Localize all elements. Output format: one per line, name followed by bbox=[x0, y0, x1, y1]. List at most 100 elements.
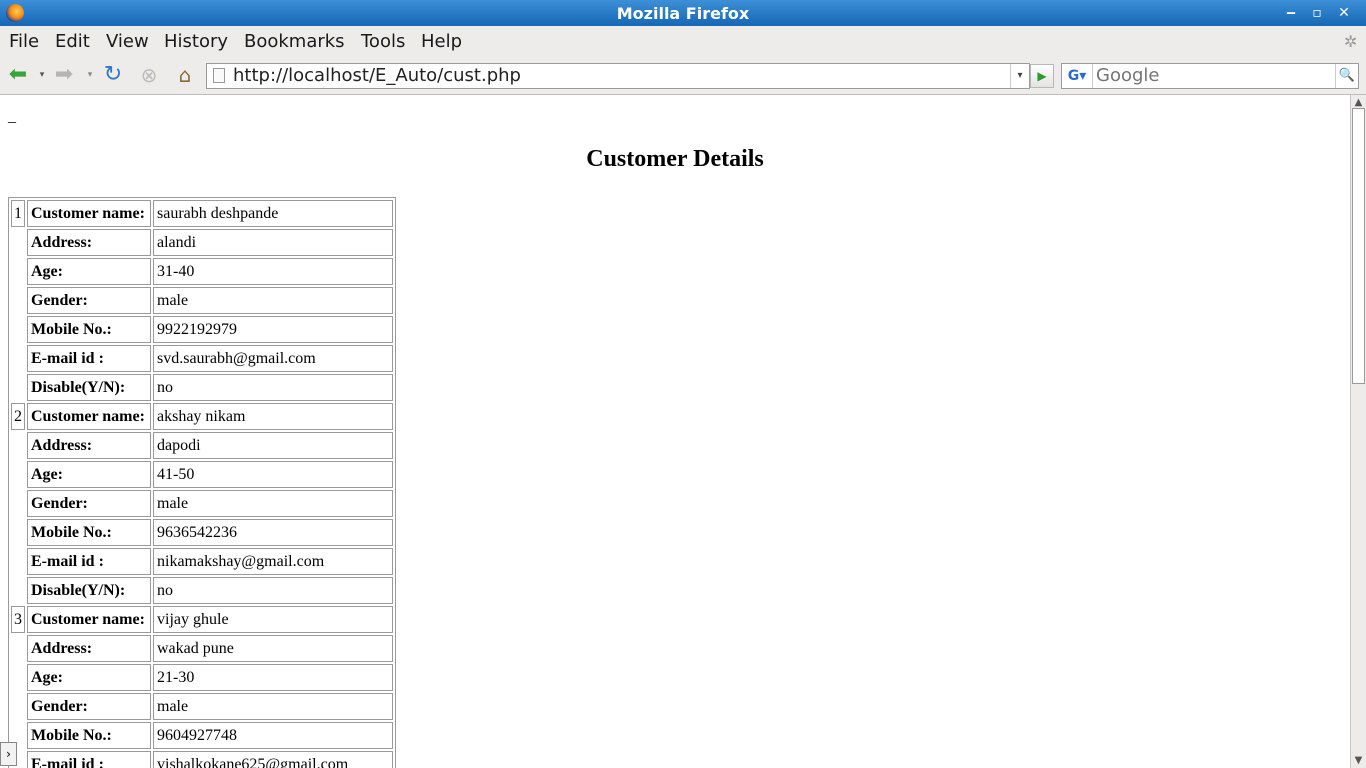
field-label: E-mail id : bbox=[27, 548, 151, 575]
menu-tools[interactable]: Tools bbox=[361, 31, 405, 52]
url-text[interactable]: http://localhost/E_Auto/cust.php bbox=[233, 65, 521, 86]
back-history-dropdown-icon[interactable]: ▾ bbox=[36, 62, 48, 88]
google-engine-icon[interactable]: G▾ bbox=[1062, 64, 1093, 88]
index-spacer bbox=[11, 693, 25, 720]
index-spacer bbox=[11, 635, 25, 662]
field-value: 21-30 bbox=[153, 664, 393, 691]
menu-view[interactable]: View bbox=[106, 31, 149, 52]
table-row: Age: 31-40 bbox=[11, 258, 393, 285]
index-spacer bbox=[11, 461, 25, 488]
forward-history-dropdown-icon[interactable]: ▾ bbox=[84, 62, 96, 88]
forward-icon[interactable]: ➡ bbox=[52, 62, 76, 88]
index-spacer bbox=[11, 258, 25, 285]
sidebar-toggle-icon[interactable]: › bbox=[0, 742, 17, 766]
search-icon[interactable]: 🔍 bbox=[1335, 64, 1358, 88]
field-value: nikamakshay@gmail.com bbox=[153, 548, 393, 575]
menu-file[interactable]: File bbox=[9, 31, 39, 52]
vertical-scrollbar[interactable]: ▲ ▼ bbox=[1350, 95, 1366, 768]
minimize-icon[interactable]: ‒ bbox=[1280, 2, 1302, 24]
table-row: E-mail id : svd.saurabh@gmail.com bbox=[11, 345, 393, 372]
window-title: Mozilla Firefox bbox=[616, 4, 750, 23]
table-row: Address: wakad pune bbox=[11, 635, 393, 662]
throbber-icon: ✲ bbox=[1344, 32, 1358, 51]
table-row: Mobile No.: 9636542236 bbox=[11, 519, 393, 546]
field-value: vijay ghule bbox=[153, 606, 393, 633]
field-label: Gender: bbox=[27, 287, 151, 314]
field-label: Address: bbox=[27, 229, 151, 256]
table-row: Address: alandi bbox=[11, 229, 393, 256]
url-bar[interactable]: http://localhost/E_Auto/cust.php ▾ bbox=[206, 63, 1030, 89]
table-row: 3 Customer name: vijay ghule bbox=[11, 606, 393, 633]
field-value: male bbox=[153, 490, 393, 517]
stop-icon[interactable]: ⊗ bbox=[137, 62, 161, 88]
field-value: male bbox=[153, 693, 393, 720]
field-label: Age: bbox=[27, 664, 151, 691]
table-row: Gender: male bbox=[11, 490, 393, 517]
menu-bookmarks[interactable]: Bookmarks bbox=[244, 31, 345, 52]
menu-help[interactable]: Help bbox=[421, 31, 462, 52]
field-label: E-mail id : bbox=[27, 751, 151, 768]
url-dropdown-icon[interactable]: ▾ bbox=[1010, 64, 1029, 88]
field-label: Mobile No.: bbox=[27, 316, 151, 343]
index-spacer bbox=[11, 432, 25, 459]
field-label: Age: bbox=[27, 461, 151, 488]
table-row: 1 Customer name: saurabh deshpande bbox=[11, 200, 393, 227]
index-spacer bbox=[11, 577, 25, 604]
back-icon[interactable]: ⬅ bbox=[6, 62, 30, 88]
table-row: Gender: male bbox=[11, 287, 393, 314]
search-input[interactable] bbox=[1096, 65, 1332, 85]
index-spacer bbox=[11, 548, 25, 575]
field-value: 9604927748 bbox=[153, 722, 393, 749]
page-content: _ Customer Details 1 Customer name: saurab… bbox=[0, 95, 1350, 768]
field-label: Age: bbox=[27, 258, 151, 285]
table-row: Age: 21-30 bbox=[11, 664, 393, 691]
field-label: Gender: bbox=[27, 693, 151, 720]
field-value: 9636542236 bbox=[153, 519, 393, 546]
index-spacer bbox=[11, 490, 25, 517]
table-row: Disable(Y/N): no bbox=[11, 374, 393, 401]
field-label: Address: bbox=[27, 635, 151, 662]
field-value: dapodi bbox=[153, 432, 393, 459]
field-value: 41-50 bbox=[153, 461, 393, 488]
field-value: 9922192979 bbox=[153, 316, 393, 343]
field-value: vishalkokane625@gmail.com bbox=[153, 751, 393, 768]
go-button[interactable]: ▶ bbox=[1030, 64, 1054, 88]
field-label: Address: bbox=[27, 432, 151, 459]
index-spacer bbox=[11, 229, 25, 256]
menu-bar: File Edit View History Bookmarks Tools H… bbox=[0, 26, 1366, 56]
reload-icon[interactable]: ↻ bbox=[101, 62, 125, 88]
field-value: akshay nikam bbox=[153, 403, 393, 430]
index-spacer bbox=[11, 519, 25, 546]
customer-table: 1 Customer name: saurabh deshpande Address:… bbox=[8, 197, 396, 768]
field-label: Mobile No.: bbox=[27, 722, 151, 749]
window-titlebar: Mozilla Firefox ‒ ▫ ✕ bbox=[0, 0, 1366, 26]
home-icon[interactable]: ⌂ bbox=[173, 62, 197, 88]
navigation-toolbar: ⬅ ▾ ➡ ▾ ↻ ⊗ ⌂ http://localhost/E_Auto/cu… bbox=[0, 56, 1366, 95]
customer-index: 1 bbox=[11, 200, 25, 227]
scroll-down-icon[interactable]: ▼ bbox=[1351, 753, 1366, 768]
field-label: Disable(Y/N): bbox=[27, 577, 151, 604]
page-marker: _ bbox=[8, 108, 16, 125]
field-value: 31-40 bbox=[153, 258, 393, 285]
menu-history[interactable]: History bbox=[164, 31, 228, 52]
field-value: alandi bbox=[153, 229, 393, 256]
close-icon[interactable]: ✕ bbox=[1333, 2, 1355, 24]
page-title: Customer Details bbox=[586, 146, 764, 172]
field-label: Customer name: bbox=[27, 200, 151, 227]
field-label: Mobile No.: bbox=[27, 519, 151, 546]
menu-edit[interactable]: Edit bbox=[55, 31, 90, 52]
maximize-icon[interactable]: ▫ bbox=[1306, 2, 1328, 24]
index-spacer bbox=[11, 664, 25, 691]
page-icon bbox=[213, 68, 225, 83]
field-label: Customer name: bbox=[27, 403, 151, 430]
table-row: E-mail id : nikamakshay@gmail.com bbox=[11, 548, 393, 575]
field-value: no bbox=[153, 374, 393, 401]
field-value: saurabh deshpande bbox=[153, 200, 393, 227]
field-value: wakad pune bbox=[153, 635, 393, 662]
search-bar: G▾ 🔍 bbox=[1061, 63, 1359, 89]
table-row: Mobile No.: 9922192979 bbox=[11, 316, 393, 343]
scrollbar-thumb[interactable] bbox=[1352, 108, 1365, 384]
field-label: Disable(Y/N): bbox=[27, 374, 151, 401]
table-row: 2 Customer name: akshay nikam bbox=[11, 403, 393, 430]
field-value: no bbox=[153, 577, 393, 604]
